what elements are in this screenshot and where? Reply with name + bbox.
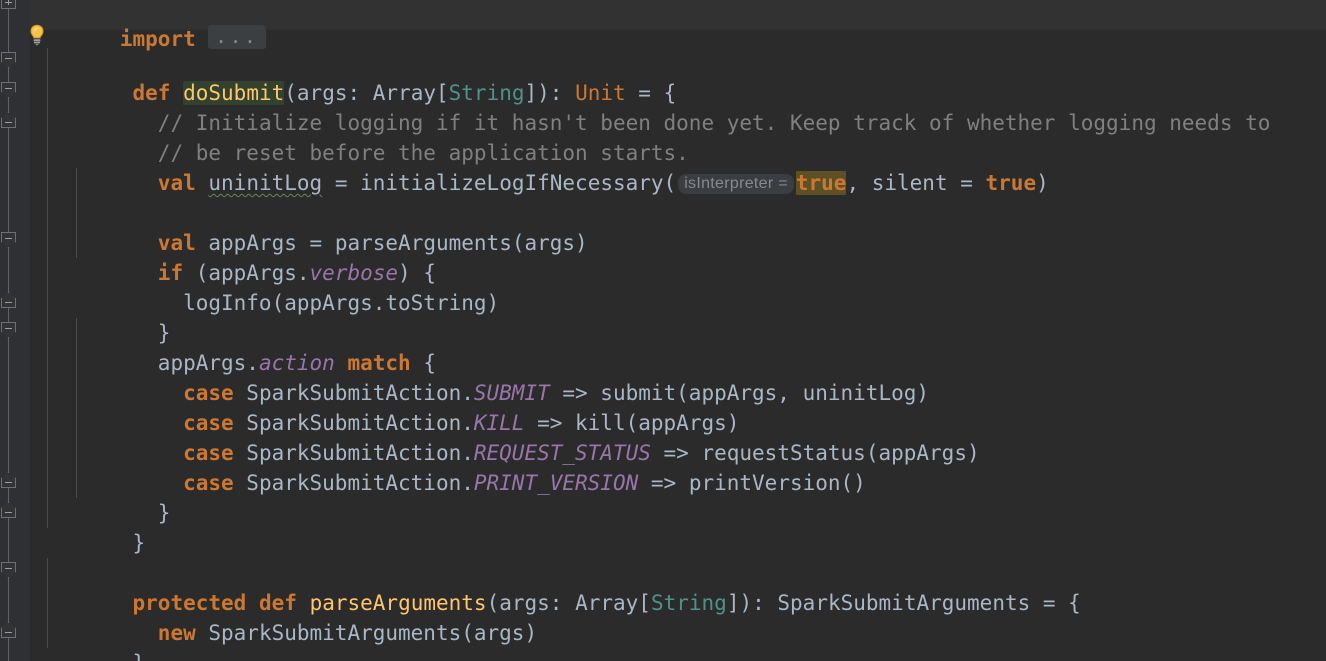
case-receiver[interactable]: SparkSubmitAction. xyxy=(234,471,474,495)
brace-close: } xyxy=(133,651,146,661)
keyword-val: val xyxy=(157,171,196,195)
code-surface[interactable]: import ... def doSubmit(args: Array[Stri… xyxy=(30,0,1326,661)
code-line-blank-2[interactable] xyxy=(30,528,57,558)
signature-parse-mid: ]): SparkSubmitArguments = { xyxy=(726,591,1081,615)
code-line-val-uninitlog[interactable]: val uninitLog = initializeLogIfNecessary… xyxy=(30,138,1049,195)
code-line-comment-1[interactable]: // Initialize logging if it hasn't been … xyxy=(30,78,1271,135)
literal-true[interactable]: true xyxy=(986,171,1037,195)
fold-minus-bar xyxy=(5,568,12,569)
case-print-version-body[interactable]: => printVersion() xyxy=(638,471,866,495)
fold-rail xyxy=(8,8,9,54)
code-line-case-submit[interactable]: case SparkSubmitAction.SUBMIT => submit(… xyxy=(30,348,929,405)
code-line-if-verbose[interactable]: if (appArgs.verbose) { xyxy=(30,228,436,285)
fold-minus-bar xyxy=(5,88,12,89)
code-line-case-request-status[interactable]: case SparkSubmitAction.REQUEST_STATUS =>… xyxy=(30,408,980,465)
code-line-new-sparksubmitarguments[interactable]: new SparkSubmitArguments(args) xyxy=(30,588,537,645)
lightbulb-icon[interactable] xyxy=(27,24,47,46)
fold-marker-expand-import[interactable] xyxy=(1,0,16,9)
fold-minus-bar xyxy=(5,238,12,239)
code-line-import[interactable]: import ... xyxy=(30,0,266,51)
inlay-parameter-hint-isinterpreter[interactable]: isInterpreter = xyxy=(678,174,794,194)
code-line-close-def[interactable]: } xyxy=(30,498,146,555)
fold-minus-bar xyxy=(5,58,12,59)
fold-rail xyxy=(8,574,9,626)
call-loginfo[interactable]: logInfo(appArgs.toString) xyxy=(183,291,499,315)
brace-close: } xyxy=(132,531,146,555)
fold-minus-bar xyxy=(5,122,12,123)
fold-minus-bar xyxy=(5,302,12,303)
literal-true-highlighted[interactable]: true xyxy=(795,171,847,195)
brace-close: } xyxy=(157,501,171,525)
code-editor-viewport[interactable]: import ... def doSubmit(args: Array[Stri… xyxy=(0,0,1326,661)
code-line-case-kill[interactable]: case SparkSubmitAction.KILL => kill(appA… xyxy=(30,378,739,435)
keyword-case: case xyxy=(183,471,234,495)
editor-gutter[interactable] xyxy=(0,0,30,661)
fold-minus-bar xyxy=(5,482,12,483)
fold-rail xyxy=(8,124,9,236)
code-line-close-match[interactable]: } xyxy=(30,468,171,525)
fold-rail xyxy=(8,334,9,476)
type-string[interactable]: String xyxy=(651,591,727,615)
code-line-close-if[interactable]: } xyxy=(30,288,171,345)
folded-region-placeholder[interactable]: ... xyxy=(208,25,266,49)
code-line-case-print-version[interactable]: case SparkSubmitAction.PRINT_VERSION => … xyxy=(30,438,866,495)
code-line-def-dosubmit[interactable]: def doSubmit(args: Array[String]): Unit … xyxy=(30,48,676,105)
code-line-close-parsearguments[interactable]: } xyxy=(30,618,146,661)
new-expression-body[interactable]: SparkSubmitArguments(args) xyxy=(196,621,537,645)
code-line-val-appargs[interactable]: val appArgs = parseArguments(args) xyxy=(30,198,588,255)
expr-initialize-call: = initializeLogIfNecessary( xyxy=(322,171,677,195)
code-line-def-parsearguments[interactable]: protected def parseArguments(args: Array… xyxy=(30,558,1081,615)
fold-minus-bar xyxy=(5,512,12,513)
fold-rail xyxy=(8,634,9,661)
field-print-version[interactable]: PRINT_VERSION xyxy=(474,471,638,495)
code-line-comment-2[interactable]: // be reset before the application start… xyxy=(30,108,689,165)
fold-rail xyxy=(8,514,9,566)
keyword-new: new xyxy=(157,621,196,645)
arg-silent: , silent = xyxy=(846,171,986,195)
fold-minus-bar xyxy=(5,632,12,633)
identifier-uninitlog[interactable]: uninitLog xyxy=(208,171,322,195)
paren-close: ) xyxy=(1036,171,1049,195)
fold-plus-bar xyxy=(8,0,9,5)
code-line-match[interactable]: appArgs.action match { xyxy=(30,318,436,375)
fold-minus-bar xyxy=(5,328,12,329)
code-line-blank-1[interactable] xyxy=(30,168,57,198)
fold-rail xyxy=(8,244,9,296)
code-line-loginfo[interactable]: logInfo(appArgs.toString) xyxy=(30,258,499,315)
